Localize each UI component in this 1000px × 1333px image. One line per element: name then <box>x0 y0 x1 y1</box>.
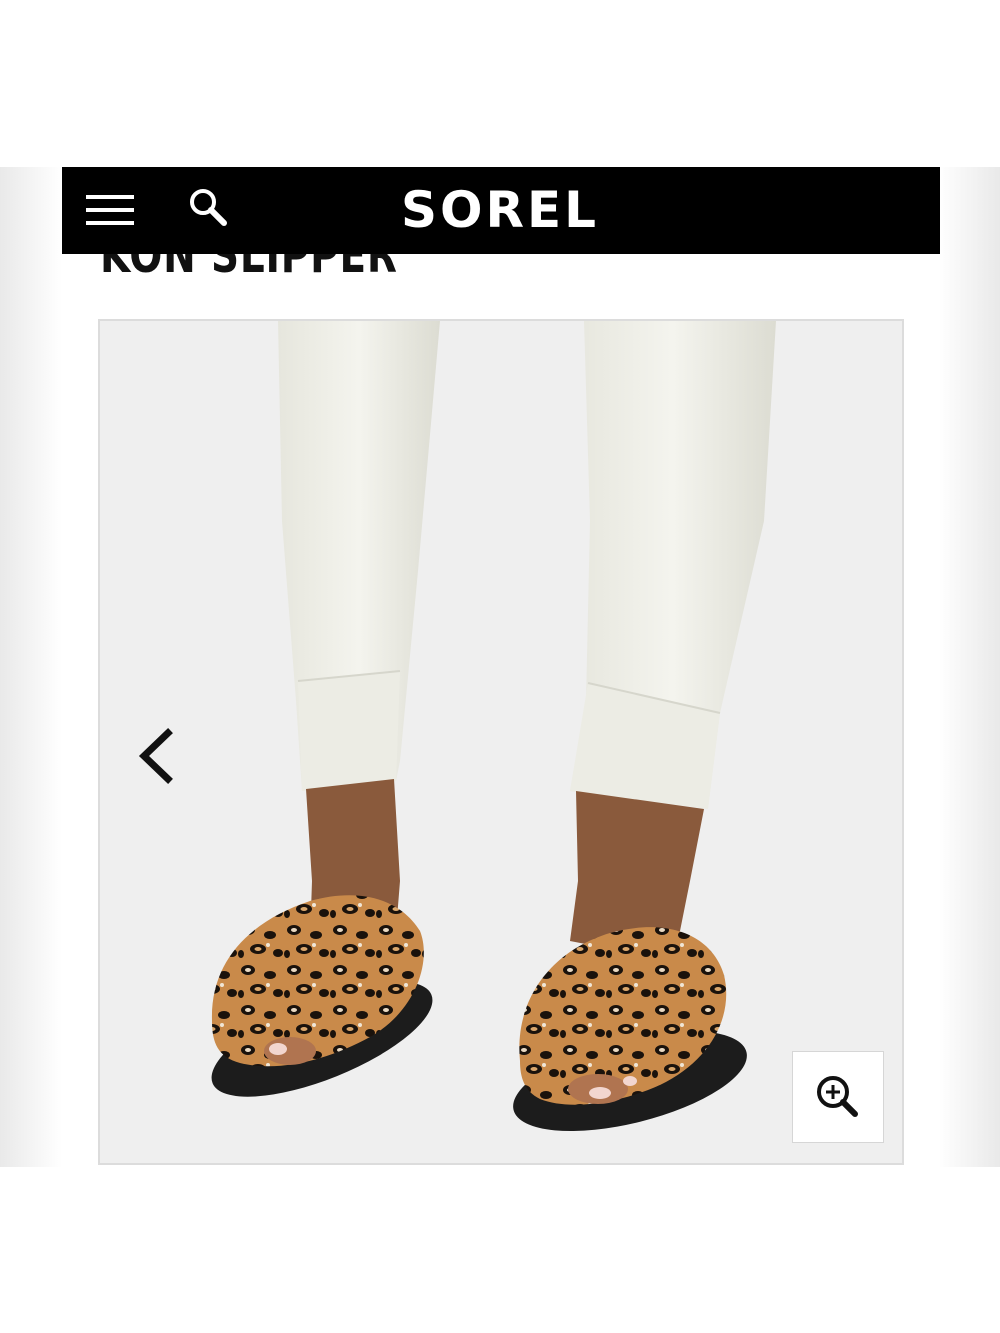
product-image-gallery <box>98 319 904 1165</box>
product-photo <box>211 321 776 1132</box>
mobile-viewport: KON SLIPPER SOREL <box>62 167 940 1167</box>
brand-logo[interactable]: SOREL <box>380 181 620 239</box>
hamburger-menu-icon[interactable] <box>86 191 134 229</box>
top-navbar: SOREL <box>62 167 940 254</box>
chevron-left-icon[interactable] <box>132 721 182 791</box>
zoom-in-icon[interactable] <box>792 1051 884 1143</box>
search-icon[interactable] <box>186 185 232 231</box>
